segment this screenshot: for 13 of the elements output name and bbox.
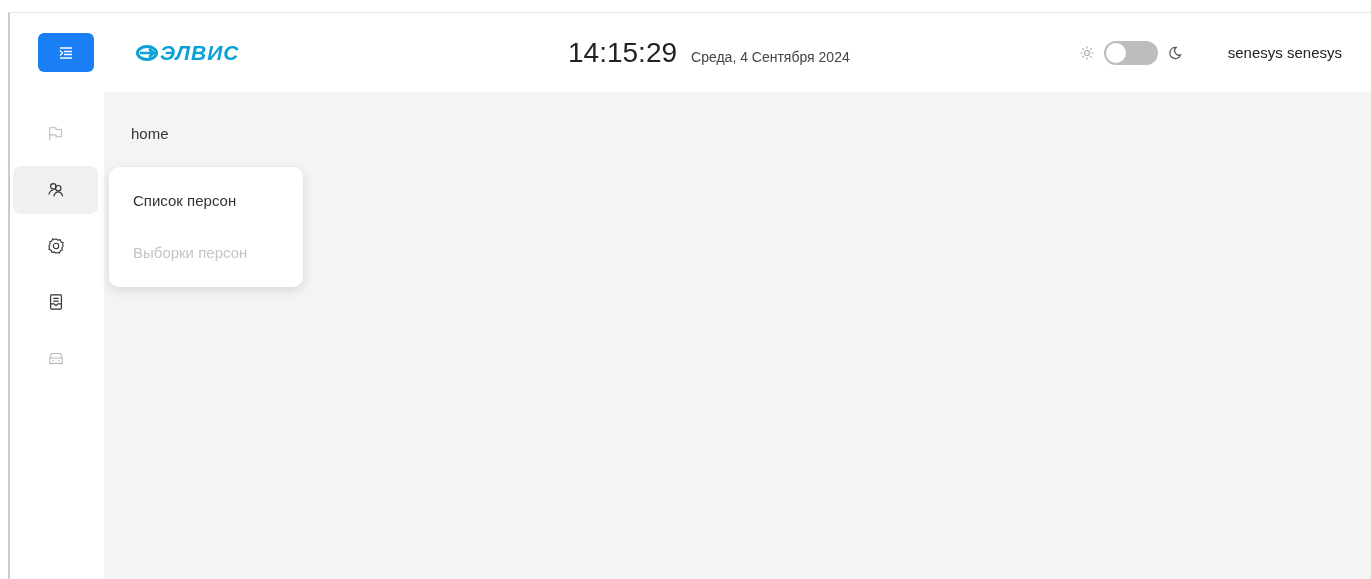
- menu-item[interactable]: Список персон: [109, 175, 303, 227]
- logo-text: ЭЛВИС: [160, 40, 240, 65]
- menu-icon: [59, 46, 73, 59]
- moon-icon: [1167, 45, 1182, 60]
- logo-icon: [136, 44, 158, 61]
- user-name[interactable]: senesys senesys: [1227, 44, 1342, 61]
- sidebar-item[interactable]: [13, 166, 98, 214]
- theme-toggle[interactable]: [1103, 40, 1158, 65]
- date-text: Среда, 4 Сентября 2024: [691, 48, 850, 65]
- sun-icon: [1079, 45, 1094, 60]
- clock-time: 14:15:29: [568, 36, 678, 69]
- menu-button[interactable]: [38, 33, 94, 72]
- breadcrumb: home: [131, 125, 169, 142]
